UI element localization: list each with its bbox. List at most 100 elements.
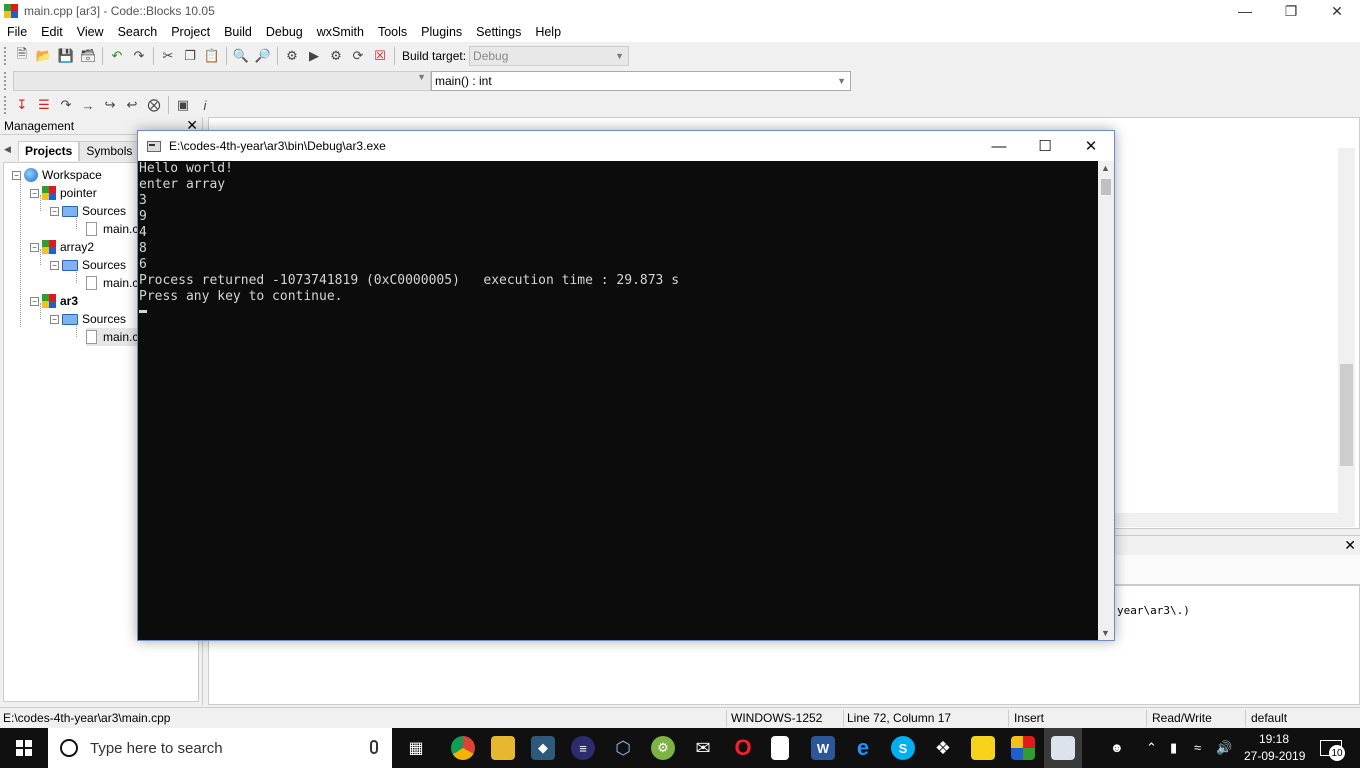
- menu-debug[interactable]: Debug: [259, 22, 310, 42]
- collapse-icon[interactable]: −: [30, 242, 39, 252]
- minimize-button[interactable]: —: [1222, 0, 1268, 22]
- chevron-up-icon[interactable]: ▲: [1101, 163, 1110, 173]
- find-icon[interactable]: 🔍: [230, 46, 252, 66]
- save-icon[interactable]: 💾: [55, 46, 77, 66]
- console-close-button[interactable]: ✕: [1068, 131, 1114, 161]
- menu-help[interactable]: Help: [528, 22, 568, 42]
- function-select[interactable]: main() : int ▼: [431, 70, 851, 91]
- console-scrollbar[interactable]: ▲ ▼: [1098, 161, 1114, 640]
- tree-project-pointer[interactable]: − pointer: [30, 184, 97, 202]
- scrollbar-thumb[interactable]: [1101, 179, 1111, 195]
- menu-project[interactable]: Project: [164, 22, 217, 42]
- collapse-icon[interactable]: −: [12, 170, 21, 180]
- menu-plugins[interactable]: Plugins: [414, 22, 469, 42]
- open-folder-icon[interactable]: 📂: [33, 46, 55, 66]
- unity-icon[interactable]: ❖: [931, 736, 955, 760]
- task-view-icon[interactable]: ▦: [404, 736, 428, 760]
- maximize-button[interactable]: ❐: [1268, 0, 1314, 22]
- tree-file-main[interactable]: main.c: [86, 220, 138, 238]
- people-icon[interactable]: ☻: [1110, 740, 1124, 755]
- start-button[interactable]: [0, 728, 48, 768]
- collapse-icon[interactable]: −: [50, 206, 59, 216]
- abort-icon[interactable]: ☒: [369, 46, 391, 66]
- tree-folder-sources[interactable]: − Sources: [50, 310, 126, 328]
- tree-folder-sources[interactable]: − Sources: [50, 256, 126, 274]
- close-icon[interactable]: ✕: [1344, 537, 1356, 554]
- clock-date[interactable]: 27-09-2019: [1244, 749, 1305, 763]
- sticky-notes-icon[interactable]: [971, 736, 995, 760]
- scope-select[interactable]: ▼: [13, 70, 431, 91]
- copy-icon[interactable]: ❐: [179, 46, 201, 66]
- console-window[interactable]: E:\codes-4th-year\ar3\bin\Debug\ar3.exe …: [137, 130, 1115, 641]
- menu-tools[interactable]: Tools: [371, 22, 414, 42]
- codeblocks-task-icon[interactable]: [1011, 736, 1035, 760]
- run-to-cursor-icon[interactable]: ☰: [33, 95, 55, 115]
- build-target-select[interactable]: Debug ▼: [469, 45, 630, 66]
- menu-edit[interactable]: Edit: [34, 22, 70, 42]
- virtualbox-icon[interactable]: ⬡: [611, 736, 635, 760]
- paste-icon[interactable]: 📋: [201, 46, 223, 66]
- eclipse-icon[interactable]: ≡: [571, 736, 595, 760]
- console-output[interactable]: Hello world! enter array 3 9 4 8 6 Proce…: [138, 161, 1098, 640]
- chrome-icon[interactable]: [451, 736, 475, 760]
- step-out-icon[interactable]: ↩: [121, 95, 143, 115]
- menu-settings[interactable]: Settings: [469, 22, 528, 42]
- collapse-icon[interactable]: −: [30, 188, 39, 198]
- chevron-down-icon[interactable]: ▼: [1101, 628, 1110, 638]
- build-and-run-icon[interactable]: ⚙: [325, 46, 347, 66]
- volume-icon[interactable]: 🔊: [1216, 740, 1232, 756]
- tree-folder-sources[interactable]: − Sources: [50, 202, 126, 220]
- toolbar-grip[interactable]: [4, 96, 8, 114]
- cut-icon[interactable]: ✂: [157, 46, 179, 66]
- save-all-icon[interactable]: 🗃: [77, 46, 99, 66]
- battery-icon[interactable]: ▮: [1170, 740, 1177, 756]
- replace-icon[interactable]: 🔎: [252, 46, 274, 66]
- tree-project-array2[interactable]: − array2: [30, 238, 94, 256]
- microphone-icon[interactable]: [370, 740, 378, 754]
- tree-project-ar3[interactable]: − ar3: [30, 292, 78, 310]
- close-button[interactable]: ✕: [1314, 0, 1360, 22]
- tree-workspace[interactable]: − Workspace: [12, 166, 102, 184]
- menu-wxsmith[interactable]: wxSmith: [310, 22, 371, 42]
- tree-file-main[interactable]: main.c: [86, 274, 138, 292]
- chevron-up-icon[interactable]: ⌃: [1146, 740, 1157, 756]
- debug-windows-icon[interactable]: ▣: [172, 95, 194, 115]
- collapse-icon[interactable]: −: [30, 296, 39, 306]
- clock-time[interactable]: 19:18: [1259, 732, 1289, 746]
- info-icon[interactable]: i: [194, 95, 216, 115]
- debug-start-icon[interactable]: ↧: [11, 95, 33, 115]
- stop-debugger-icon[interactable]: ⨂: [143, 95, 165, 115]
- toolbar-grip[interactable]: [4, 71, 8, 90]
- wifi-icon[interactable]: ≈: [1194, 740, 1201, 755]
- new-file-icon[interactable]: 🗎: [11, 46, 33, 66]
- collapse-icon[interactable]: −: [50, 314, 59, 324]
- editor-vertical-scrollbar[interactable]: [1338, 148, 1355, 518]
- rebuild-icon[interactable]: ⟳: [347, 46, 369, 66]
- document-icon[interactable]: [771, 736, 789, 760]
- next-line-icon[interactable]: ↷: [55, 95, 77, 115]
- console-task-icon[interactable]: [1051, 736, 1075, 760]
- console-minimize-button[interactable]: —: [976, 131, 1022, 161]
- tab-symbols[interactable]: Symbols: [79, 141, 140, 161]
- collapse-icon[interactable]: −: [50, 260, 59, 270]
- mail-icon[interactable]: ✉: [691, 736, 715, 760]
- notification-center-icon[interactable]: 10: [1320, 740, 1345, 761]
- toolbar-grip[interactable]: [4, 46, 8, 65]
- android-studio-icon[interactable]: ⚙: [651, 736, 675, 760]
- step-into-icon[interactable]: ↪: [99, 95, 121, 115]
- next-instruction-icon[interactable]: →: [77, 95, 99, 115]
- menu-view[interactable]: View: [70, 22, 111, 42]
- chevron-left-icon[interactable]: ◀: [4, 144, 18, 155]
- skype-icon[interactable]: S: [891, 736, 915, 760]
- taskbar-search[interactable]: Type here to search: [48, 728, 392, 768]
- editor-horizontal-scrollbar[interactable]: [1115, 513, 1355, 527]
- build-gear-icon[interactable]: ⚙: [281, 46, 303, 66]
- edge-icon[interactable]: e: [851, 735, 875, 760]
- app-icon[interactable]: ◆: [531, 736, 555, 760]
- opera-icon[interactable]: O: [731, 735, 755, 760]
- scrollbar-thumb[interactable]: [1340, 364, 1353, 466]
- menu-search[interactable]: Search: [111, 22, 165, 42]
- console-maximize-button[interactable]: ☐: [1022, 131, 1068, 161]
- menu-build[interactable]: Build: [217, 22, 259, 42]
- menu-file[interactable]: File: [0, 22, 34, 42]
